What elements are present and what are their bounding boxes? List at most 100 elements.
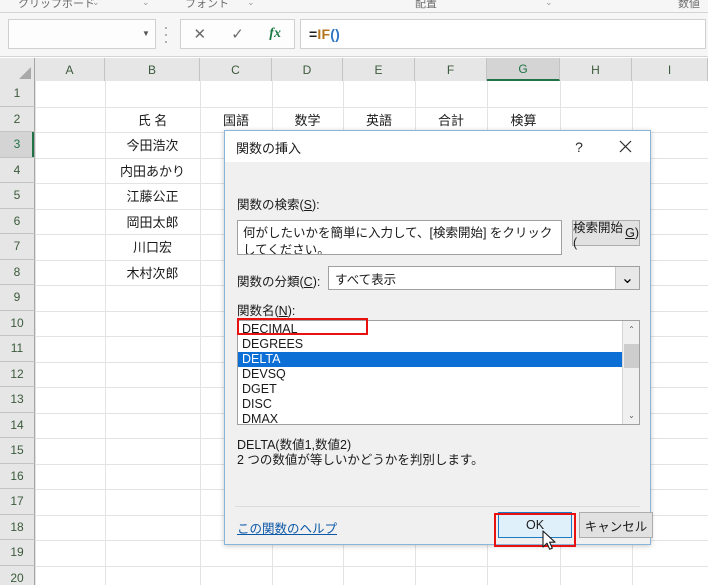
excel-window: クリップボード フォント 配置 数値 ⌄ ⌄ ⌄ ⌄ ▼ ✕ ✓ fx = IF() 氏 名国語… (0, 0, 708, 585)
function-signature: DELTA(数値1,数値2) (237, 438, 352, 452)
row-header-9[interactable]: 9 (0, 285, 35, 311)
ribbon-group-label: フォント (185, 0, 229, 10)
function-list-item[interactable]: DMAX (238, 412, 622, 424)
row-header-11[interactable]: 11 (0, 336, 35, 362)
row-header-6[interactable]: 6 (0, 208, 35, 234)
grid-cell[interactable]: 合計 (415, 107, 487, 132)
function-list-item[interactable]: DECIMAL (238, 322, 622, 337)
category-select[interactable]: すべて表示 ⌄ (328, 266, 640, 290)
insert-function-button[interactable]: fx (259, 20, 292, 48)
row-header-12[interactable]: 12 (0, 361, 35, 387)
column-header-h[interactable]: H (560, 58, 632, 81)
row-header-19[interactable]: 19 (0, 540, 35, 566)
function-help-link[interactable]: この関数のヘルプ (237, 518, 337, 537)
row-header-4[interactable]: 4 (0, 157, 35, 183)
select-all-corner[interactable] (0, 58, 35, 81)
ribbon-group-label: 配置 (415, 0, 437, 10)
row-header-2[interactable]: 2 (0, 106, 35, 132)
enter-formula-button[interactable]: ✓ (221, 20, 254, 48)
formula-function-name: IF (317, 26, 331, 42)
column-header-a[interactable]: A (35, 58, 105, 81)
ribbon-tick-icon: ⌄ (142, 0, 150, 7)
ribbon-tick-icon: ⌄ (247, 0, 255, 7)
column-header-b[interactable]: B (105, 58, 200, 81)
function-list-item[interactable]: DELTA (238, 352, 622, 367)
function-description: 2 つの数値が等しいかどうかを判別します。 (237, 453, 484, 467)
close-icon[interactable] (612, 135, 638, 158)
chevron-down-icon[interactable]: ⌄ (615, 267, 639, 289)
row-header-1[interactable]: 1 (0, 81, 35, 107)
row-header-7[interactable]: 7 (0, 234, 35, 260)
fx-icon: fx (269, 26, 281, 41)
row-header-15[interactable]: 15 (0, 438, 35, 464)
chevron-down-icon[interactable]: ▼ (137, 20, 155, 48)
column-header-d[interactable]: D (272, 58, 343, 81)
row-header-14[interactable]: 14 (0, 412, 35, 438)
check-icon: ✓ (231, 25, 244, 43)
ok-button[interactable]: OK (498, 512, 572, 538)
ribbon-strip: クリップボード フォント 配置 数値 ⌄ ⌄ ⌄ ⌄ (0, 0, 708, 13)
column-header-c[interactable]: C (200, 58, 272, 81)
grid-cell[interactable]: 岡田太郎 (105, 209, 200, 234)
scroll-down-icon[interactable]: ⌄ (623, 407, 639, 424)
formula-close-paren: ) (335, 26, 340, 42)
function-list-scrollbar[interactable]: ⌃ ⌄ (622, 321, 639, 424)
column-header-i[interactable]: I (632, 58, 708, 81)
close-icon: ✕ (193, 25, 207, 43)
scroll-up-icon[interactable]: ⌃ (623, 321, 639, 338)
ribbon-tick-icon: ⌄ (92, 0, 100, 7)
column-header-f[interactable]: F (415, 58, 487, 81)
column-header-g[interactable]: G (487, 58, 560, 81)
function-list-item[interactable]: DGET (238, 382, 622, 397)
grid-cell[interactable]: 木村次郎 (105, 260, 200, 285)
formula-bar-grip (165, 27, 168, 43)
dialog-separator (235, 506, 640, 507)
formula-input[interactable]: = IF() (300, 19, 706, 49)
grid-cell[interactable]: 国語 (200, 107, 272, 132)
gridline-horizontal (35, 565, 708, 567)
function-list-item[interactable]: DISC (238, 397, 622, 412)
row-header-8[interactable]: 8 (0, 259, 35, 285)
category-label: 関数の分類(C): (237, 275, 321, 289)
search-input[interactable]: 何がしたいかを簡単に入力して、[検索開始] をクリックしてください。 (237, 220, 562, 255)
grid-cell[interactable]: 江藤公正 (105, 183, 200, 208)
row-header-18[interactable]: 18 (0, 514, 35, 540)
dialog-title-bar: 関数の挿入 ? (225, 131, 650, 162)
grid-cell[interactable]: 数学 (272, 107, 343, 132)
search-label: 関数の検索(S): (237, 198, 320, 212)
function-name-label: 関数名(N): (237, 304, 296, 318)
row-header-17[interactable]: 17 (0, 489, 35, 515)
row-header-3[interactable]: 3 (0, 132, 35, 158)
column-header-row: ABCDEFGHI (0, 58, 708, 81)
scrollbar-thumb[interactable] (624, 344, 639, 368)
grid-cell[interactable]: 英語 (343, 107, 415, 132)
insert-function-dialog: 関数の挿入 ? 関数の検索(S): 何がしたいかを簡単に入力して、[検索開始] … (224, 130, 653, 545)
column-header-e[interactable]: E (343, 58, 415, 81)
cancel-formula-button[interactable]: ✕ (183, 20, 216, 48)
function-list[interactable]: DECIMAL DEGREES DELTA DEVSQ DGET DISC DMAX ⌃ ⌄ (237, 320, 640, 425)
ribbon-group-label: 数値 (678, 0, 700, 10)
row-header-5[interactable]: 5 (0, 183, 35, 209)
grid-cell[interactable]: 検算 (487, 107, 560, 132)
row-header-10[interactable]: 10 (0, 310, 35, 336)
formula-action-buttons: ✕ ✓ fx (180, 19, 295, 49)
ribbon-group-label: クリップボード (18, 0, 95, 10)
name-box[interactable]: ▼ (8, 19, 156, 49)
category-select-value: すべて表示 (335, 272, 397, 287)
grid-cell[interactable]: 今田浩次 (105, 132, 200, 157)
grid-cell[interactable]: 川口宏 (105, 234, 200, 259)
dialog-body: 関数の検索(S): 何がしたいかを簡単に入力して、[検索開始] をクリックしてく… (225, 162, 653, 544)
search-start-button[interactable]: 検索開始(G) (572, 220, 640, 250)
row-header-16[interactable]: 16 (0, 463, 35, 489)
cancel-button[interactable]: キャンセル (579, 512, 653, 538)
formula-bar-row: ▼ ✕ ✓ fx = IF() (0, 13, 708, 57)
grid-cell[interactable]: 氏 名 (105, 107, 200, 132)
function-list-item[interactable]: DEGREES (238, 337, 622, 352)
row-header-13[interactable]: 13 (0, 387, 35, 413)
ribbon-tick-icon: ⌄ (545, 0, 553, 7)
function-list-item[interactable]: DEVSQ (238, 367, 622, 382)
grid-cell[interactable]: 内田あかり (105, 158, 200, 183)
row-header-20[interactable]: 20 (0, 565, 35, 585)
formula-equals: = (309, 26, 318, 42)
help-question-icon[interactable]: ? (566, 136, 592, 158)
